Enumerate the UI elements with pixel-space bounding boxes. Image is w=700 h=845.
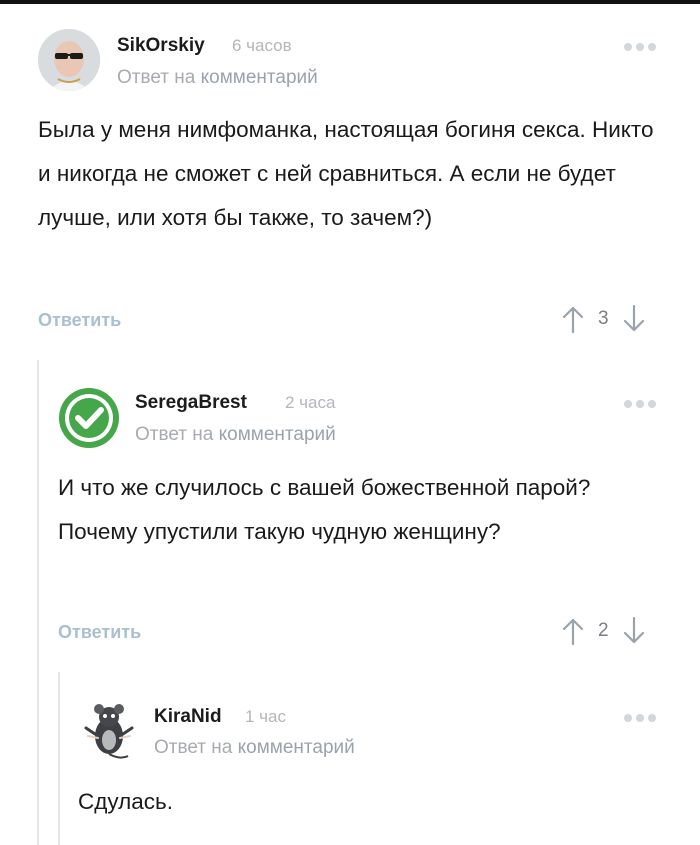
reply-to-line: Ответ на комментарий bbox=[117, 67, 318, 89]
reply-prefix: Ответ на bbox=[154, 737, 233, 758]
top-bar bbox=[0, 0, 700, 4]
comment-text: Была у меня нимфоманка, настоящая богиня… bbox=[38, 117, 654, 230]
arrow-down-icon[interactable] bbox=[623, 617, 645, 645]
reply-target-link[interactable]: комментарий bbox=[219, 424, 336, 445]
author-name[interactable]: SeregaBrest bbox=[135, 392, 247, 414]
more-icon-dot bbox=[648, 43, 656, 51]
more-options-button[interactable] bbox=[624, 43, 656, 51]
vote-controls: 2 bbox=[562, 617, 645, 645]
author-name[interactable]: SikOrskiy bbox=[117, 35, 205, 57]
more-icon-dot bbox=[648, 400, 656, 408]
vote-controls: 3 bbox=[562, 305, 645, 333]
more-icon-dot bbox=[624, 400, 632, 408]
thread-line-level-1[interactable] bbox=[37, 360, 39, 845]
more-icon-dot bbox=[636, 400, 644, 408]
vote-count: 3 bbox=[598, 308, 609, 329]
more-icon-dot bbox=[648, 714, 656, 722]
more-icon-dot bbox=[624, 714, 632, 722]
check-icon bbox=[59, 388, 119, 448]
vote-count: 2 bbox=[598, 620, 609, 641]
comment-text: И что же случилось с вашей божественной … bbox=[58, 475, 591, 544]
avatar[interactable] bbox=[38, 29, 100, 91]
more-options-button[interactable] bbox=[624, 400, 656, 408]
avatar[interactable] bbox=[58, 387, 120, 449]
comment-text: Сдулась. bbox=[78, 789, 173, 814]
reply-to-line: Ответ на комментарий bbox=[135, 424, 336, 446]
more-icon-dot bbox=[624, 43, 632, 51]
arrow-up-icon[interactable] bbox=[562, 617, 584, 645]
arrow-up-icon[interactable] bbox=[562, 305, 584, 333]
reply-prefix: Ответ на bbox=[117, 67, 196, 88]
reply-button[interactable]: Ответить bbox=[58, 622, 141, 643]
comment-time: 6 часов bbox=[232, 36, 292, 55]
comment-time: 2 часа bbox=[285, 393, 336, 412]
user-photo-icon bbox=[38, 29, 100, 91]
reply-button[interactable]: Ответить bbox=[38, 310, 121, 331]
thread-line-level-2[interactable] bbox=[58, 672, 60, 845]
more-icon-dot bbox=[636, 714, 644, 722]
reply-target-link[interactable]: комментарий bbox=[238, 737, 355, 758]
more-options-button[interactable] bbox=[624, 714, 656, 722]
rat-icon bbox=[84, 704, 134, 759]
reply-prefix: Ответ на bbox=[135, 424, 214, 445]
more-icon-dot bbox=[636, 43, 644, 51]
avatar[interactable] bbox=[78, 700, 140, 762]
reply-target-link[interactable]: комментарий bbox=[201, 67, 318, 88]
arrow-down-icon[interactable] bbox=[623, 305, 645, 333]
reply-to-line: Ответ на комментарий bbox=[154, 737, 355, 759]
author-name[interactable]: KiraNid bbox=[154, 706, 222, 728]
comment-time: 1 час bbox=[245, 707, 286, 726]
